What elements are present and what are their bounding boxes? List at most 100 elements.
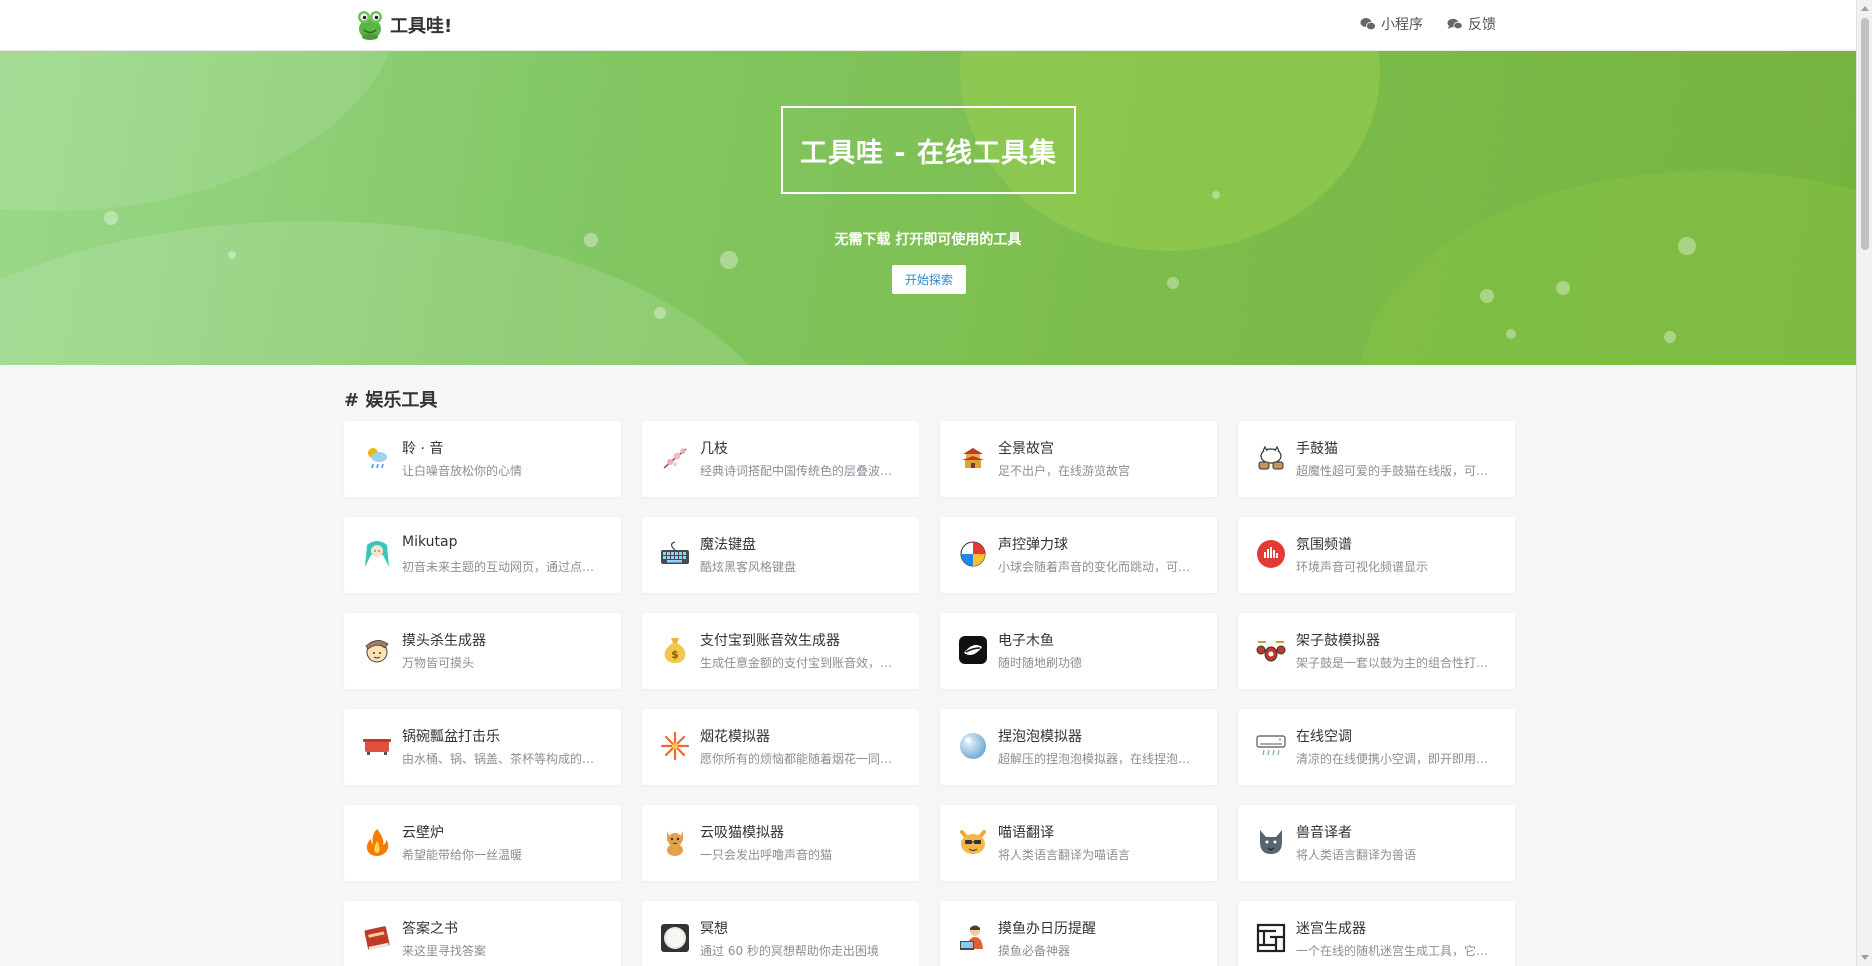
tool-card-title: Mikutap [402,534,458,550]
hero-banner: 工具哇 - 在线工具集 无需下载 打开即可使用的工具 开始探索 [0,51,1856,365]
frog-logo-icon [358,11,382,40]
hero-bubble [1664,331,1676,343]
hero-bubble [720,251,738,269]
tool-card[interactable]: 摸鱼办日历提醒 摸鱼必备神器 [940,901,1217,966]
svg-text:$: $ [671,648,679,661]
tool-card-desc: 生成任意金额的支付宝到账音效，… [700,656,893,670]
cat-face-icon [958,827,988,857]
tool-card[interactable]: $ 支付宝到账音效生成器 生成任意金额的支付宝到账音效，… [642,613,919,689]
tool-card-title: 几枝 [700,441,728,457]
tool-card[interactable]: 声控弹力球 小球会随着声音的变化而跳动，可… [940,517,1217,593]
book-icon [362,923,392,953]
tool-card-title: 云吸猫模拟器 [700,825,784,841]
pot-icon [362,731,392,761]
tool-card-title: 捏泡泡模拟器 [998,729,1082,745]
hero-bubble [1480,289,1494,303]
hero-bubble [1167,277,1179,289]
tool-card-desc: 愿你所有的烦恼都能随着烟花一同… [700,752,893,766]
plum-blossom-icon [660,443,690,473]
tool-card-desc: 超魔性超可爱的手鼓猫在线版，可… [1296,464,1489,478]
start-explore-button[interactable]: 开始探索 [892,265,966,294]
tool-card-desc: 由水桶、锅、锅盖、茶杯等构成的… [402,752,595,766]
tool-card[interactable]: 答案之书 来这里寻找答案 [344,901,621,966]
tool-card[interactable]: 电子木鱼 随时随地刷功德 [940,613,1217,689]
tool-card-title: 支付宝到账音效生成器 [700,633,840,649]
cat-icon [660,827,690,857]
keyboard-icon [660,539,690,569]
pat-head-icon [362,635,392,665]
hero-bubble [104,211,118,225]
tool-card-title: 喵语翻译 [998,825,1054,841]
wechat-icon [1360,18,1376,31]
tool-card-desc: 通过 60 秒的冥想帮助你走出困境 [700,944,879,958]
air-conditioner-icon [1256,731,1286,761]
tool-card[interactable]: 手鼓猫 超魔性超可爱的手鼓猫在线版，可… [1238,421,1515,497]
tool-card-title: 声控弹力球 [998,537,1068,553]
bubble-icon [958,731,988,761]
tool-card-desc: 随时随地刷功德 [998,656,1083,670]
hero-subtitle: 无需下载 打开即可使用的工具 [834,232,1022,248]
tool-card-desc: 小球会随着声音的变化而跳动，可… [998,560,1191,574]
tool-card[interactable]: 喵语翻译 将人类语言翻译为喵语言 [940,805,1217,881]
tool-card[interactable]: Mikutap 初音未来主题的互动网页，通过点… [344,517,621,593]
wolf-icon [1256,827,1286,857]
tool-card-title: 烟花模拟器 [700,729,770,745]
miku-icon [362,539,392,569]
hero-title-box: 工具哇 - 在线工具集 [781,106,1076,194]
scroll-down-arrow-icon[interactable] [1861,955,1869,960]
tool-card[interactable]: 兽音译者 将人类语言翻译为兽语 [1238,805,1515,881]
beach-ball-icon [958,539,988,569]
hero-bubble [1556,281,1570,295]
tool-card[interactable]: 全景故宫 足不出户，在线游览故宫 [940,421,1217,497]
page-scrollbar[interactable] [1856,0,1872,966]
brand-link[interactable]: 工具哇! [356,9,452,41]
section-title: # 娱乐工具 [344,390,438,411]
hero-title: 工具哇 - 在线工具集 [799,137,1057,169]
tool-card[interactable]: 捏泡泡模拟器 超解压的捏泡泡模拟器，在线捏泡… [940,709,1217,785]
tool-card[interactable]: 云吸猫模拟器 一只会发出呼噜声音的猫 [642,805,919,881]
tool-card-title: 锅碗瓢盆打击乐 [402,729,500,745]
tool-card[interactable]: 魔法键盘 酷炫黑客风格键盘 [642,517,919,593]
tool-card-title: 手鼓猫 [1296,441,1338,457]
firework-icon [660,731,690,761]
tool-card-desc: 架子鼓是一套以鼓为主的组合性打… [1296,656,1489,670]
tool-card[interactable]: 架子鼓模拟器 架子鼓是一套以鼓为主的组合性打… [1238,613,1515,689]
tool-card-desc: 来这里寻找答案 [402,944,487,958]
scrollbar-thumb[interactable] [1861,18,1869,250]
nav-link-miniprogram[interactable]: 小程序 [1360,14,1423,34]
tool-card-title: 电子木鱼 [998,633,1054,649]
tool-card-title: 迷宫生成器 [1296,921,1366,937]
tool-card[interactable]: 氛围频谱 环境声音可视化频谱显示 [1238,517,1515,593]
tool-card[interactable]: 在线空调 清凉的在线便携小空调，即开即用… [1238,709,1515,785]
hero-bubble [1506,329,1516,339]
tool-card-title: 全景故宫 [998,441,1054,457]
tool-card-desc: 环境声音可视化频谱显示 [1296,560,1429,574]
tool-card[interactable]: 聆 · 音 让白噪音放松你的心情 [344,421,621,497]
top-navbar: 工具哇! 小程序 反馈 [0,0,1856,51]
tool-card-title: 氛围频谱 [1296,537,1352,553]
fire-icon [362,827,392,857]
nav-link-feedback-label: 反馈 [1468,17,1496,33]
tool-card[interactable]: 云壁炉 希望能带给你一丝温暖 [344,805,621,881]
nav-link-miniprogram-label: 小程序 [1381,17,1423,33]
money-bag-icon: $ [660,635,690,665]
bongo-cat-icon [1256,443,1286,473]
tool-card[interactable]: 冥想 通过 60 秒的冥想帮助你走出困境 [642,901,919,966]
tool-card-desc: 一只会发出呼噜声音的猫 [700,848,833,862]
scroll-up-arrow-icon[interactable] [1861,6,1869,11]
hero-bubble [228,251,236,259]
tool-card-title: 架子鼓模拟器 [1296,633,1380,649]
hero-decor-blob [0,51,400,211]
hero-bubble [1212,191,1220,199]
tool-card-title: 兽音译者 [1296,825,1352,841]
nav-link-feedback[interactable]: 反馈 [1447,14,1496,34]
tool-card[interactable]: 摸头杀生成器 万物皆可摸头 [344,613,621,689]
tool-card[interactable]: 烟花模拟器 愿你所有的烦恼都能随着烟花一同… [642,709,919,785]
tool-card-title: 魔法键盘 [700,537,756,553]
tool-card[interactable]: 锅碗瓢盆打击乐 由水桶、锅、锅盖、茶杯等构成的… [344,709,621,785]
tool-card[interactable]: 迷宫生成器 一个在线的随机迷宫生成工具，它… [1238,901,1515,966]
wooden-fish-icon [958,635,988,665]
tool-card-desc: 摸鱼必备神器 [998,944,1071,958]
brand-name: 工具哇! [390,16,453,37]
tool-card[interactable]: 几枝 经典诗词搭配中国传统色的层叠波… [642,421,919,497]
